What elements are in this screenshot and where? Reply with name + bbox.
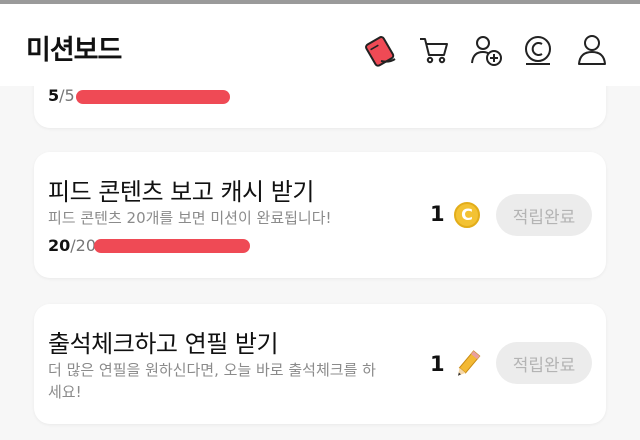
mission-description: 더 많은 연필을 원하신다면, 오늘 바로 출석체크를 하세요! xyxy=(48,361,376,401)
mission-progress: 5/5 xyxy=(48,86,75,105)
coin-icon: C xyxy=(454,202,480,228)
reward-claimed-button[interactable]: 적립완료 xyxy=(496,342,592,384)
mission-title: 피드 콘텐츠 보고 캐시 받기 xyxy=(48,178,314,206)
profile-icon[interactable] xyxy=(572,30,612,70)
mission-card: 피드 콘텐츠 보고 캐시 받기 피드 콘텐츠 20개를 보면 미션이 완료됩니다… xyxy=(34,152,606,278)
cart-icon[interactable] xyxy=(414,30,454,70)
page-title: 미션보드 xyxy=(26,35,122,66)
app-header: 미션보드 xyxy=(0,4,640,86)
reward-claimed-button[interactable]: 적립완료 xyxy=(496,194,592,236)
cash-coin-icon[interactable] xyxy=(518,30,558,70)
mission-card: 출석체크하고 연필 받기 더 많은 연필을 원하신다면, 오늘 바로 출석체크를… xyxy=(34,304,606,424)
ticket-icon[interactable] xyxy=(360,30,400,70)
mission-title: 출석체크하고 연필 받기 xyxy=(48,330,279,358)
mission-progress-bar xyxy=(94,239,250,253)
mission-progress: 20/20 xyxy=(48,236,97,255)
reward-amount: 1 xyxy=(430,202,445,226)
add-friend-icon[interactable] xyxy=(466,30,506,70)
mission-progress-bar xyxy=(76,90,230,104)
reward-amount: 1 xyxy=(430,352,445,376)
mission-description: 피드 콘텐츠 20개를 보면 미션이 완료됩니다! xyxy=(48,209,332,227)
pencil-icon xyxy=(452,348,482,382)
